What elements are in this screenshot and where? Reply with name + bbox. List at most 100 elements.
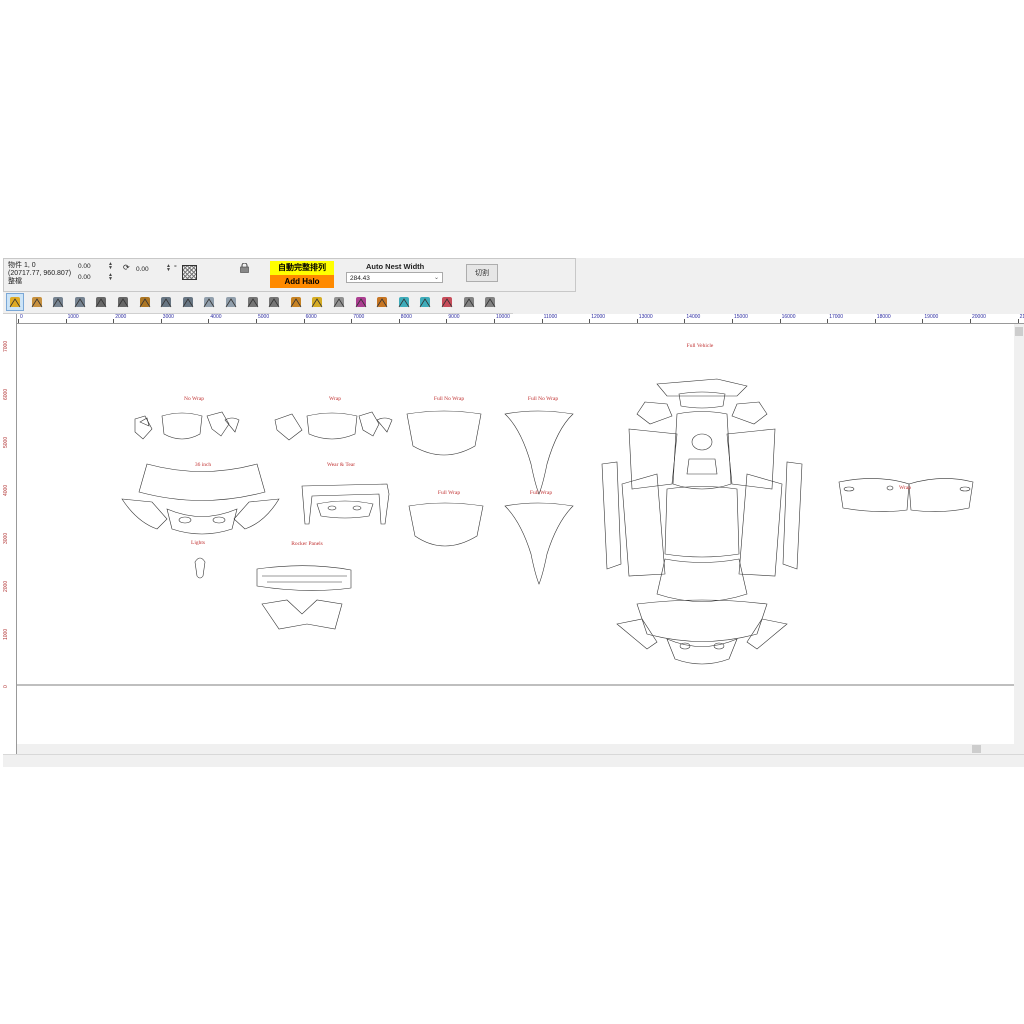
object-name: 整檔 — [8, 278, 22, 285]
rotation-input[interactable]: 0.00 — [136, 265, 164, 274]
select-tool-icon[interactable] — [6, 293, 24, 311]
layer-color-icon[interactable] — [439, 294, 455, 310]
ruler-tick-label: 0 — [20, 314, 23, 320]
degree-label: ° — [174, 265, 177, 272]
ruler-tick — [827, 319, 829, 323]
node-edit-icon[interactable] — [158, 294, 174, 310]
fill-icon[interactable] — [245, 294, 261, 310]
label-full-vehicle: Full Vehicle — [686, 343, 714, 349]
ruler-tick-label: 12000 — [591, 314, 606, 320]
label-wear-tear: Wear & Tear — [326, 462, 356, 468]
unlock-icon[interactable] — [482, 294, 498, 310]
redo-icon[interactable] — [72, 294, 88, 310]
ruler-tick — [446, 319, 448, 323]
object-count: 物件 1, 0 — [8, 262, 36, 269]
rotation-spinner[interactable]: ▲ ▼ — [165, 264, 172, 273]
ruler-tick-label: 6000 — [305, 314, 317, 320]
ruler-tick-label: 13000 — [638, 314, 653, 320]
vertical-ruler: 7000 6000 5000 4000 3000 2000 1000 0 — [3, 314, 17, 754]
ruler-tick — [18, 319, 19, 323]
toolbar — [3, 292, 513, 314]
horizontal-scrollbar[interactable] — [17, 744, 1014, 754]
lock-icon[interactable] — [239, 263, 250, 273]
ruler-tick — [732, 319, 733, 323]
text-style-icon[interactable] — [374, 294, 390, 310]
layer-edit-icon[interactable] — [417, 294, 433, 310]
properties-panel: 物件 1, 0 (20717.77, 960.807) 整檔 0.00 ▲ ▼ 0… — [3, 258, 576, 292]
ruler-tick — [779, 319, 781, 323]
full-no-wrap-nose[interactable] — [504, 410, 574, 495]
wear-and-tear-parts[interactable] — [301, 483, 390, 525]
ruler-tick — [303, 319, 305, 323]
rocker-panel-parts[interactable] — [256, 565, 352, 630]
weld-icon[interactable] — [115, 294, 131, 310]
full-vehicle-parts[interactable] — [601, 378, 803, 665]
drawing-canvas[interactable]: No Wrap Wrap Full No Wrap Full No Wrap 3… — [17, 324, 1014, 744]
wrap-side-parts[interactable] — [838, 478, 974, 512]
thirty-six-inch-parts[interactable] — [121, 463, 280, 535]
mirror-icon[interactable] — [93, 294, 109, 310]
ruler-tick-label: 16000 — [781, 314, 796, 320]
horizontal-scroll-thumb[interactable] — [972, 745, 981, 753]
ruler-tick — [922, 319, 924, 323]
x-spinner[interactable]: ▲ ▼ — [107, 262, 114, 271]
x-input[interactable]: 0.00 — [78, 262, 106, 271]
open-file-icon[interactable] — [29, 294, 45, 310]
align-icon[interactable] — [331, 294, 347, 310]
vertical-scrollbar[interactable] — [1014, 324, 1024, 744]
node-delete-icon[interactable] — [180, 294, 196, 310]
auto-nest-button[interactable]: 自動完整排列 Add Halo — [270, 261, 334, 288]
group-icon[interactable] — [266, 294, 282, 310]
ruler-tick-label: 11000 — [543, 314, 558, 320]
ruler-tick-label: 5000 — [258, 314, 270, 320]
undo-icon[interactable] — [50, 294, 66, 310]
label-wrap-2: Wrap — [899, 485, 911, 491]
ruler-tick-label: 4000 — [3, 484, 9, 496]
wrap-parts[interactable] — [274, 411, 393, 441]
nest-width-value: 284.43 — [350, 275, 370, 282]
ruler-tick-label: 21 — [1019, 314, 1024, 320]
no-wrap-parts[interactable] — [134, 411, 240, 440]
color-icon[interactable] — [353, 294, 369, 310]
app-window: 物件 1, 0 (20717.77, 960.807) 整檔 0.00 ▲ ▼ 0… — [3, 258, 1024, 767]
cut-button[interactable]: 切割 — [466, 264, 498, 282]
ruler-tick-label: 8000 — [400, 314, 412, 320]
ruler-tick-label: 1000 — [3, 628, 9, 640]
ruler-tick-label: 2000 — [3, 580, 9, 592]
ruler-tick-label: 6000 — [3, 388, 9, 400]
label-full-no-wrap-2: Full No Wrap — [527, 396, 559, 402]
ruler-tick-label: 5000 — [3, 436, 9, 448]
label-full-no-wrap: Full No Wrap — [433, 396, 465, 402]
ruler-tick-label: 19000 — [924, 314, 939, 320]
ruler-tick — [589, 319, 591, 323]
ruler-tick-label: 15000 — [734, 314, 748, 320]
cursor-coordinates: (20717.77, 960.807) — [8, 270, 72, 277]
full-wrap-hood[interactable] — [408, 502, 484, 547]
ruler-tick-label: 7000 — [353, 314, 365, 320]
zoom-icon[interactable] — [137, 294, 153, 310]
vertical-scroll-thumb[interactable] — [1015, 327, 1023, 336]
rotate-icon: ⟳ — [123, 263, 130, 272]
fill-pattern-icon[interactable] — [182, 265, 197, 280]
full-no-wrap-hood[interactable] — [406, 410, 482, 456]
smooth-node-icon[interactable] — [223, 294, 239, 310]
y-spinner[interactable]: ▲ ▼ — [107, 273, 114, 282]
y-input[interactable]: 0.00 — [78, 273, 106, 282]
nest-width-select[interactable]: 284.43 ⌄ — [346, 272, 443, 283]
ruler-tick-label: 0 — [3, 685, 9, 688]
layer-icon[interactable] — [396, 294, 412, 310]
ruler-tick-label: 1000 — [67, 314, 79, 320]
ruler-tick — [351, 319, 353, 323]
full-wrap-nose[interactable] — [504, 502, 574, 585]
pen-icon[interactable] — [309, 294, 325, 310]
ruler-tick-label: 2000 — [115, 314, 127, 320]
ruler-tick — [636, 319, 638, 323]
lock-icon[interactable] — [461, 294, 477, 310]
label-lights: Lights — [190, 540, 206, 546]
text-icon[interactable] — [288, 294, 304, 310]
ruler-tick — [684, 319, 686, 323]
lights-part[interactable] — [194, 557, 206, 579]
label-rocker-panels: Rocker Panels — [291, 541, 323, 547]
ruler-tick — [494, 319, 495, 323]
break-node-icon[interactable] — [201, 294, 217, 310]
